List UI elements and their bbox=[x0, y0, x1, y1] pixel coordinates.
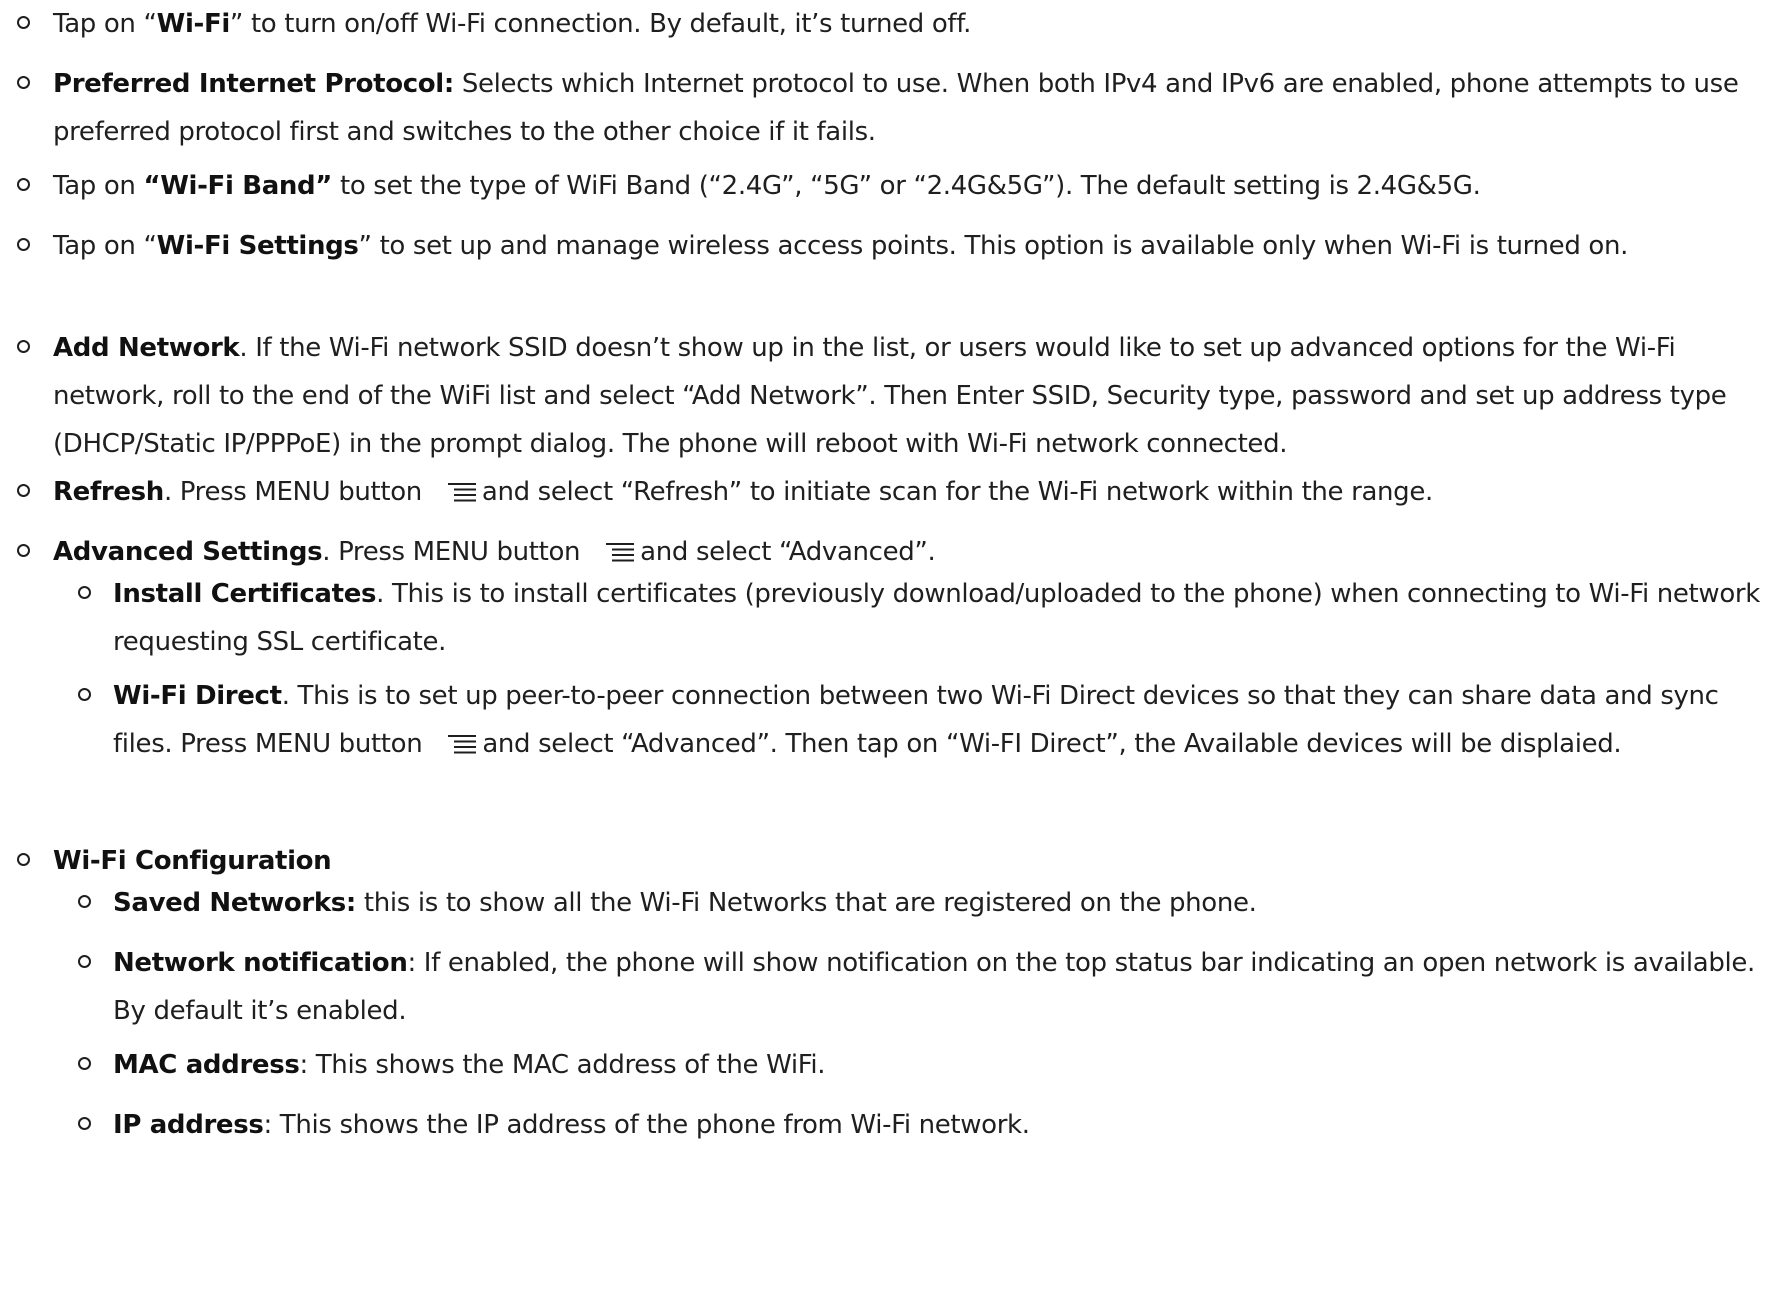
menu-icon bbox=[447, 482, 476, 502]
sub-item-ip-address: IP address: This shows the IP address of… bbox=[78, 1101, 1773, 1149]
item-text: ” to set up and manage wireless access p… bbox=[358, 231, 1629, 261]
item-text: : This shows the IP address of the phone… bbox=[263, 1110, 1030, 1140]
bullet bbox=[17, 238, 30, 251]
bullet bbox=[78, 1057, 91, 1070]
list-item-add-network: Add Network. If the Wi-Fi network SSID d… bbox=[17, 324, 1773, 468]
item-term: Advanced Settings bbox=[53, 537, 323, 567]
sub-item-network-notification: Network notification: If enabled, the ph… bbox=[78, 939, 1773, 1035]
item-term: Preferred Internet Protocol: bbox=[53, 69, 454, 99]
bullet bbox=[17, 178, 30, 191]
item-text: Tap on “ bbox=[53, 231, 157, 261]
item-text: . If the Wi-Fi network SSID doesn’t show… bbox=[53, 333, 1727, 459]
bullet bbox=[78, 895, 91, 908]
item-text: : This shows the MAC address of the WiFi… bbox=[299, 1050, 826, 1080]
list-item-preferred-protocol: Preferred Internet Protocol: Selects whi… bbox=[17, 60, 1773, 156]
bullet bbox=[17, 853, 30, 866]
item-text: and select “Advanced”. bbox=[640, 537, 936, 567]
item-text: and select “Advanced”. Then tap on “Wi-F… bbox=[482, 729, 1622, 759]
bullet bbox=[17, 340, 30, 353]
item-term: Wi-Fi Configuration bbox=[53, 846, 332, 876]
list-item-wifi-settings: Tap on “Wi-Fi Settings” to set up and ma… bbox=[17, 222, 1773, 270]
item-text: to set the type of WiFi Band (“2.4G”, “5… bbox=[332, 171, 1481, 201]
bullet bbox=[17, 484, 30, 497]
item-term: Refresh bbox=[53, 477, 164, 507]
item-term: Saved Networks: bbox=[113, 888, 356, 918]
item-text: Tap on bbox=[53, 171, 144, 201]
item-text: . Press MENU button bbox=[163, 477, 422, 507]
sub-item-saved-networks: Saved Networks: this is to show all the … bbox=[78, 879, 1773, 927]
item-term: Wi-Fi Direct bbox=[113, 681, 282, 711]
bullet bbox=[17, 76, 30, 89]
bullet bbox=[78, 955, 91, 968]
sub-item-mac-address: MAC address: This shows the MAC address … bbox=[78, 1041, 1773, 1089]
bullet bbox=[17, 544, 30, 557]
item-term: Add Network bbox=[53, 333, 240, 363]
bullet bbox=[78, 1117, 91, 1130]
item-text: and select “Refresh” to initiate scan fo… bbox=[481, 477, 1433, 507]
item-term: Wi-Fi bbox=[156, 9, 231, 39]
item-text: ” to turn on/off Wi-Fi connection. By de… bbox=[229, 9, 972, 39]
bullet bbox=[17, 16, 30, 29]
item-term: Network notification bbox=[113, 948, 408, 978]
list-item-refresh: Refresh. Press MENU button and select “Re… bbox=[17, 468, 1773, 516]
sub-item-install-certificates: Install Certificates. This is to install… bbox=[78, 570, 1773, 666]
item-term: “Wi-Fi Band” bbox=[143, 171, 333, 201]
item-term: Wi-Fi Settings bbox=[156, 231, 359, 261]
list-item-wifi-configuration: Wi-Fi Configuration bbox=[17, 837, 1773, 885]
item-term: IP address bbox=[113, 1110, 264, 1140]
menu-icon bbox=[448, 734, 477, 754]
item-text: Tap on “ bbox=[53, 9, 157, 39]
bullet bbox=[78, 688, 91, 701]
menu-icon bbox=[606, 542, 635, 562]
item-term: MAC address bbox=[113, 1050, 300, 1080]
bullet bbox=[78, 586, 91, 599]
list-item-advanced-settings: Advanced Settings. Press MENU button and … bbox=[17, 528, 1773, 576]
list-item-wifi: Tap on “Wi-Fi” to turn on/off Wi-Fi conn… bbox=[17, 0, 1773, 48]
sub-item-wifi-direct: Wi-Fi Direct. This is to set up peer-to-… bbox=[78, 672, 1773, 768]
item-text: . Press MENU button bbox=[322, 537, 581, 567]
item-term: Install Certificates bbox=[113, 579, 377, 609]
item-text: this is to show all the Wi-Fi Networks t… bbox=[355, 888, 1257, 918]
list-item-wifi-band: Tap on “Wi-Fi Band” to set the type of W… bbox=[17, 162, 1773, 210]
